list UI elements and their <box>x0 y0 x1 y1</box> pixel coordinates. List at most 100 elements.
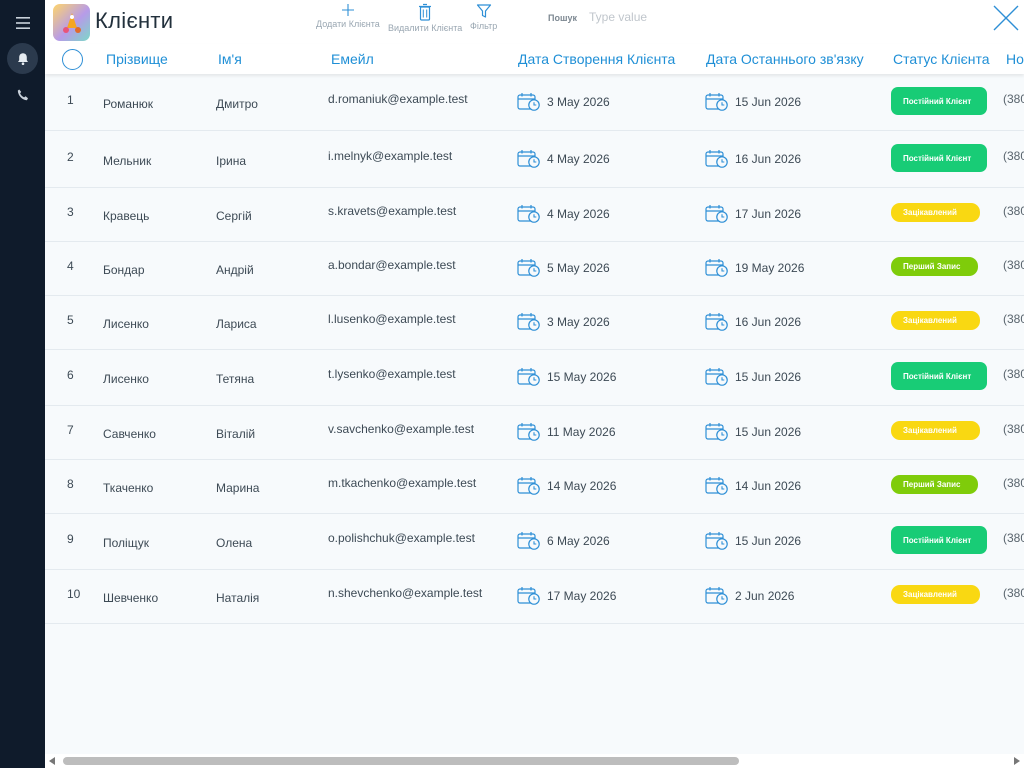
last-contact-date-cell: 15 Jun 2026 <box>705 531 801 551</box>
status-label: Перший Запис <box>903 480 961 489</box>
email-cell[interactable]: v.savchenko@example.test <box>328 422 474 436</box>
last-name-cell: Поліщук <box>103 536 149 550</box>
email-cell[interactable]: d.romaniuk@example.test <box>328 92 468 106</box>
status-badge[interactable]: Перший Запис <box>891 257 978 276</box>
last-contact-date-cell: 17 Jun 2026 <box>705 204 801 224</box>
select-all-checkbox[interactable] <box>62 49 83 70</box>
status-cell: Перший Запис <box>891 257 978 276</box>
calendar-clock-icon <box>705 587 728 605</box>
created-date-cell: 11 May 2026 <box>517 422 616 442</box>
first-name-cell: Лариса <box>216 317 257 331</box>
status-label: Зацікавлений <box>903 316 957 325</box>
last-name-cell: Бондар <box>103 263 145 277</box>
add-client-button[interactable]: Додати Клієнта <box>316 3 380 29</box>
row-number: 7 <box>67 423 74 437</box>
last-name-cell: Кравець <box>103 209 150 223</box>
email-cell[interactable]: a.bondar@example.test <box>328 258 456 272</box>
notifications-button[interactable] <box>7 43 38 74</box>
status-cell: Перший Запис <box>891 475 978 494</box>
table-row[interactable]: 6 Лисенко Тетяна t.lysenko@example.test 15 M… <box>45 350 1024 406</box>
table-row[interactable]: 5 Лисенко Лариса l.lusenko@example.test 3 Ma… <box>45 296 1024 350</box>
status-label: Постійний Клієнт <box>903 96 972 106</box>
header-last-name[interactable]: Прізвище <box>106 51 168 67</box>
status-badge[interactable]: Постійний Клієнт <box>891 144 987 172</box>
status-badge[interactable]: Зацікавлений <box>891 421 980 440</box>
horizontal-scrollbar[interactable] <box>45 754 1024 768</box>
row-number: 1 <box>67 93 74 107</box>
email-cell[interactable]: o.polishchuk@example.test <box>328 531 475 545</box>
menu-icon <box>15 16 30 29</box>
table-row[interactable]: 8 Ткаченко Марина m.tkachenko@example.test 1… <box>45 460 1024 514</box>
status-badge[interactable]: Зацікавлений <box>891 311 980 330</box>
status-badge[interactable]: Перший Запис <box>891 475 978 494</box>
table-row[interactable]: 9 Поліщук Олена o.polishchuk@example.test 6 … <box>45 514 1024 570</box>
delete-client-button[interactable]: Видалити Клієнта <box>388 3 462 33</box>
row-number: 8 <box>67 477 74 491</box>
table-row[interactable]: 1 Романюк Дмитро d.romaniuk@example.test 3 M… <box>45 74 1024 131</box>
row-number: 4 <box>67 259 74 273</box>
email-cell[interactable]: s.kravets@example.test <box>328 204 456 218</box>
status-badge[interactable]: Зацікавлений <box>891 585 980 604</box>
first-name-cell: Ірина <box>216 154 247 168</box>
first-name-cell: Олена <box>216 536 253 550</box>
phone-cell: (380 <box>1003 204 1024 218</box>
table-row[interactable]: 7 Савченко Віталій v.savchenko@example.test… <box>45 406 1024 460</box>
last-contact-date-cell: 19 May 2026 <box>705 258 804 278</box>
scroll-right-arrow[interactable] <box>1014 757 1020 765</box>
row-number: 2 <box>67 150 74 164</box>
email-cell[interactable]: m.tkachenko@example.test <box>328 476 476 490</box>
header-created-date[interactable]: Дата Створення Клієнта <box>518 51 675 67</box>
status-badge[interactable]: Постійний Клієнт <box>891 362 987 390</box>
created-date-cell: 3 May 2026 <box>517 92 610 112</box>
created-date-value: 3 May 2026 <box>547 315 610 329</box>
created-date-value: 3 May 2026 <box>547 95 610 109</box>
calendar-clock-icon <box>517 313 540 331</box>
table-row[interactable]: 2 Мельник Ірина i.melnyk@example.test 4 May … <box>45 131 1024 188</box>
calls-button[interactable] <box>7 79 38 110</box>
last-contact-date-cell: 15 Jun 2026 <box>705 422 801 442</box>
search-input[interactable] <box>589 8 709 26</box>
header-status[interactable]: Статус Клієнта <box>893 51 990 67</box>
last-name-cell: Ткаченко <box>103 481 154 495</box>
last-name-cell: Лисенко <box>103 372 149 386</box>
last-contact-date-value: 17 Jun 2026 <box>735 207 802 221</box>
phone-cell: (380 <box>1003 92 1024 106</box>
email-cell[interactable]: n.shevchenko@example.test <box>328 586 482 600</box>
row-number: 5 <box>67 313 74 327</box>
header-first-name[interactable]: Ім'я <box>218 51 242 67</box>
status-badge[interactable]: Постійний Клієнт <box>891 526 987 554</box>
header-email[interactable]: Емейл <box>331 51 374 67</box>
search-label: Пошук <box>548 13 577 23</box>
table-row[interactable]: 3 Кравець Сергій s.kravets@example.test 4 Ma… <box>45 188 1024 242</box>
scroll-thumb[interactable] <box>63 757 739 765</box>
menu-button[interactable] <box>7 7 38 38</box>
email-cell[interactable]: i.melnyk@example.test <box>328 149 452 163</box>
email-cell[interactable]: l.lusenko@example.test <box>328 312 456 326</box>
scroll-left-arrow[interactable] <box>49 757 55 765</box>
status-cell: Зацікавлений <box>891 585 980 604</box>
created-date-cell: 5 May 2026 <box>517 258 610 278</box>
last-contact-date-value: 15 Jun 2026 <box>735 370 802 384</box>
close-icon[interactable] <box>992 4 1020 32</box>
status-badge[interactable]: Зацікавлений <box>891 203 980 222</box>
header-phone[interactable]: Но <box>1006 51 1024 67</box>
calendar-clock-icon <box>705 532 728 550</box>
table-row[interactable]: 10 Шевченко Наталія n.shevchenko@example.te… <box>45 570 1024 624</box>
table-row[interactable]: 4 Бондар Андрій a.bondar@example.test 5 May … <box>45 242 1024 296</box>
header-last-contact-date[interactable]: Дата Останнього зв'язку <box>706 51 864 67</box>
calendar-clock-icon <box>705 423 728 441</box>
created-date-value: 4 May 2026 <box>547 207 610 221</box>
created-date-value: 6 May 2026 <box>547 534 610 548</box>
email-cell[interactable]: t.lysenko@example.test <box>328 367 456 381</box>
calendar-clock-icon <box>705 368 728 386</box>
phone-cell: (380 <box>1003 476 1024 490</box>
phone-cell: (380 <box>1003 367 1024 381</box>
status-label: Зацікавлений <box>903 208 957 217</box>
created-date-cell: 4 May 2026 <box>517 149 610 169</box>
filter-button[interactable]: Фільтр <box>470 3 497 31</box>
row-number: 3 <box>67 205 74 219</box>
status-badge[interactable]: Постійний Клієнт <box>891 87 987 115</box>
created-date-value: 4 May 2026 <box>547 152 610 166</box>
first-name-cell: Марина <box>216 481 260 495</box>
status-cell: Зацікавлений <box>891 311 980 330</box>
